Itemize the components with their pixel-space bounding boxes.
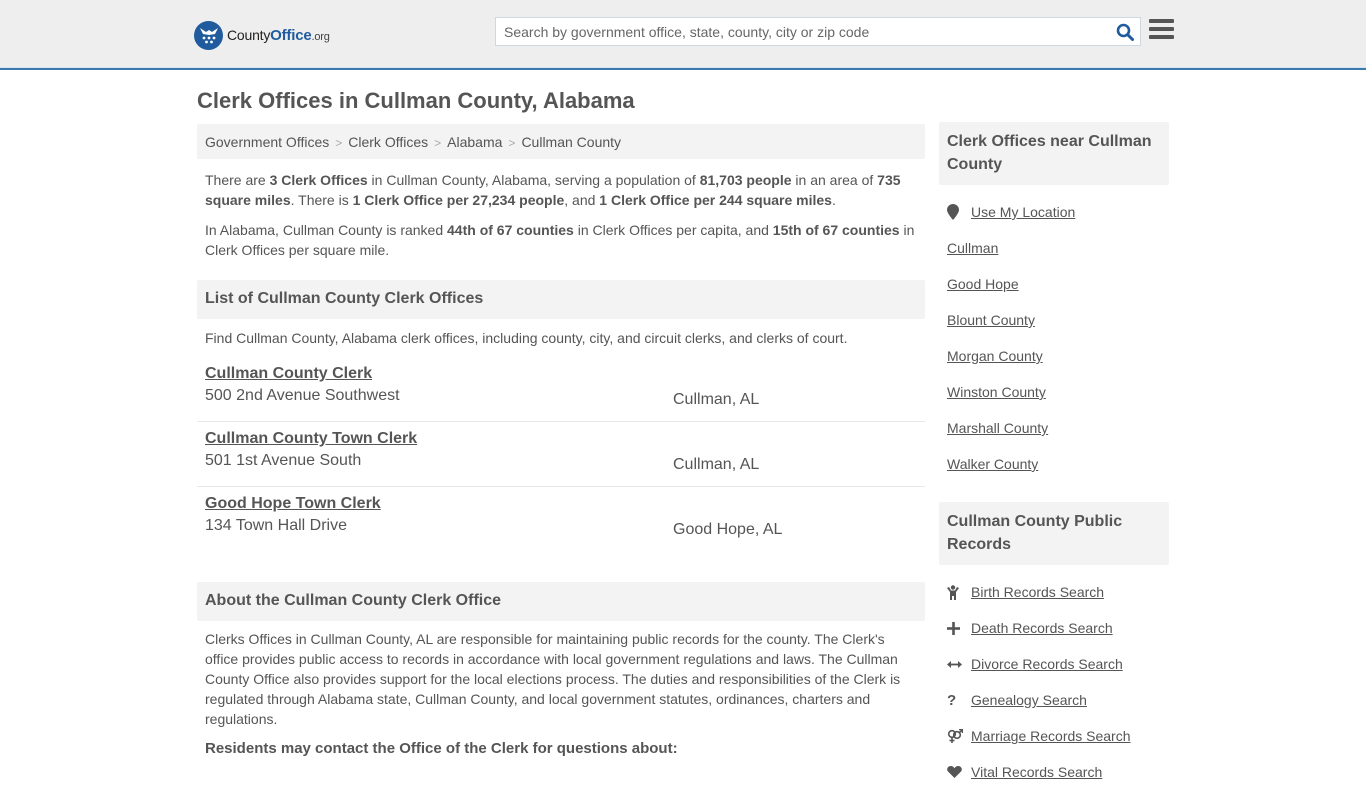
main-content: Government Offices > Clerk Offices > Alabama… — [197, 124, 925, 759]
map-pin-icon — [947, 204, 971, 220]
breadcrumb-separator: > — [335, 136, 343, 150]
public-records-item: ? Genealogy Search — [947, 682, 1161, 718]
public-records-item: Divorce Records Search — [947, 646, 1161, 682]
search-input[interactable] — [496, 18, 1110, 45]
logo-text: CountyOffice.org — [227, 26, 330, 44]
office-name-link[interactable]: Good Hope Town Clerk — [205, 494, 381, 514]
office-city: Cullman, AL — [673, 456, 760, 473]
page-title: Clerk Offices in Cullman County, Alabama — [197, 88, 635, 113]
office-list-item: Cullman County Clerk 500 2nd Avenue Sout… — [197, 357, 925, 422]
breadcrumb-separator: > — [508, 136, 516, 150]
nearby-link-winston-county[interactable]: Winston County — [947, 384, 1046, 400]
nearby-link-good-hope[interactable]: Good Hope — [947, 276, 1019, 292]
office-address: 134 Town Hall Drive — [205, 517, 347, 534]
breadcrumb-cullman-county[interactable]: Cullman County — [521, 134, 621, 150]
search-button[interactable] — [1110, 18, 1140, 45]
nearby-item: Winston County — [947, 374, 1161, 410]
list-intro: Find Cullman County, Alabama clerk offic… — [205, 330, 848, 346]
death-records-link[interactable]: Death Records Search — [971, 620, 1113, 636]
breadcrumb: Government Offices > Clerk Offices > Alabama… — [197, 124, 925, 159]
public-records-item: Death Records Search — [947, 610, 1161, 646]
about-section-heading: About the Cullman County Clerk Office — [197, 582, 925, 621]
breadcrumb-government-offices[interactable]: Government Offices — [205, 134, 329, 150]
logo-eagle-icon — [194, 20, 223, 50]
office-address: 501 1st Avenue South — [205, 452, 362, 469]
hamburger-menu-button[interactable] — [1149, 19, 1175, 43]
use-my-location-item: Use My Location — [947, 194, 1161, 230]
nearby-link-walker-county[interactable]: Walker County — [947, 456, 1038, 472]
nearby-item: Blount County — [947, 302, 1161, 338]
nearby-link-blount-county[interactable]: Blount County — [947, 312, 1035, 328]
divorce-records-link[interactable]: Divorce Records Search — [971, 656, 1123, 672]
public-records-list: Birth Records Search Death Records Searc… — [939, 574, 1169, 790]
vital-records-link[interactable]: Vital Records Search — [971, 764, 1102, 780]
public-records-item: Birth Records Search — [947, 574, 1161, 610]
office-name-link[interactable]: Cullman County Town Clerk — [205, 429, 417, 449]
nearby-offices-list: Use My Location Cullman Good Hope Blount… — [939, 194, 1169, 482]
office-list-item: Cullman County Town Clerk 501 1st Avenue… — [197, 422, 925, 487]
public-records-heading: Cullman County Public Records — [939, 502, 1169, 565]
menu-bar — [1149, 27, 1174, 31]
birth-records-link[interactable]: Birth Records Search — [971, 584, 1104, 600]
summary-paragraph: There are 3 Clerk Offices in Cullman Cou… — [205, 172, 901, 208]
public-records-item: Marriage Records Search — [947, 718, 1161, 754]
arrows-horizontal-icon — [947, 660, 971, 669]
menu-bar — [1149, 19, 1174, 23]
list-section-heading: List of Cullman County Clerk Offices — [197, 280, 925, 319]
contact-heading: Residents may contact the Office of the … — [205, 740, 678, 757]
nearby-item: Good Hope — [947, 266, 1161, 302]
breadcrumb-clerk-offices[interactable]: Clerk Offices — [348, 134, 428, 150]
nearby-item: Cullman — [947, 230, 1161, 266]
public-records-item: Vital Records Search — [947, 754, 1161, 790]
child-icon — [947, 584, 971, 600]
marriage-records-link[interactable]: Marriage Records Search — [971, 728, 1131, 744]
nearby-item: Morgan County — [947, 338, 1161, 374]
menu-bar — [1149, 35, 1174, 39]
office-list: Cullman County Clerk 500 2nd Avenue Sout… — [197, 357, 925, 552]
search-icon — [1116, 23, 1134, 41]
about-paragraph: Clerks Offices in Cullman County, AL are… — [205, 631, 901, 727]
search-box — [495, 17, 1141, 46]
office-address: 500 2nd Avenue Southwest — [205, 387, 400, 404]
site-header: CountyOffice.org — [0, 0, 1366, 70]
genealogy-link[interactable]: Genealogy Search — [971, 692, 1087, 708]
site-logo[interactable]: CountyOffice.org — [194, 20, 330, 50]
breadcrumb-alabama[interactable]: Alabama — [447, 134, 502, 150]
nearby-link-marshall-county[interactable]: Marshall County — [947, 420, 1048, 436]
venus-mars-icon — [947, 729, 971, 743]
nearby-offices-heading: Clerk Offices near Cullman County — [939, 122, 1169, 185]
sidebar: Clerk Offices near Cullman County Use My… — [939, 122, 1169, 790]
nearby-link-cullman[interactable]: Cullman — [947, 240, 998, 256]
use-my-location-link[interactable]: Use My Location — [971, 204, 1075, 220]
question-icon: ? — [947, 691, 957, 709]
nearby-link-morgan-county[interactable]: Morgan County — [947, 348, 1043, 364]
breadcrumb-separator: > — [434, 136, 442, 150]
ranking-paragraph: In Alabama, Cullman County is ranked 44t… — [205, 222, 915, 258]
plus-icon — [947, 621, 971, 635]
office-city: Cullman, AL — [673, 391, 760, 408]
nearby-item: Marshall County — [947, 410, 1161, 446]
nearby-item: Walker County — [947, 446, 1161, 482]
office-name-link[interactable]: Cullman County Clerk — [205, 364, 372, 384]
office-city: Good Hope, AL — [673, 521, 783, 538]
office-list-item: Good Hope Town Clerk 134 Town Hall Drive… — [197, 487, 925, 552]
